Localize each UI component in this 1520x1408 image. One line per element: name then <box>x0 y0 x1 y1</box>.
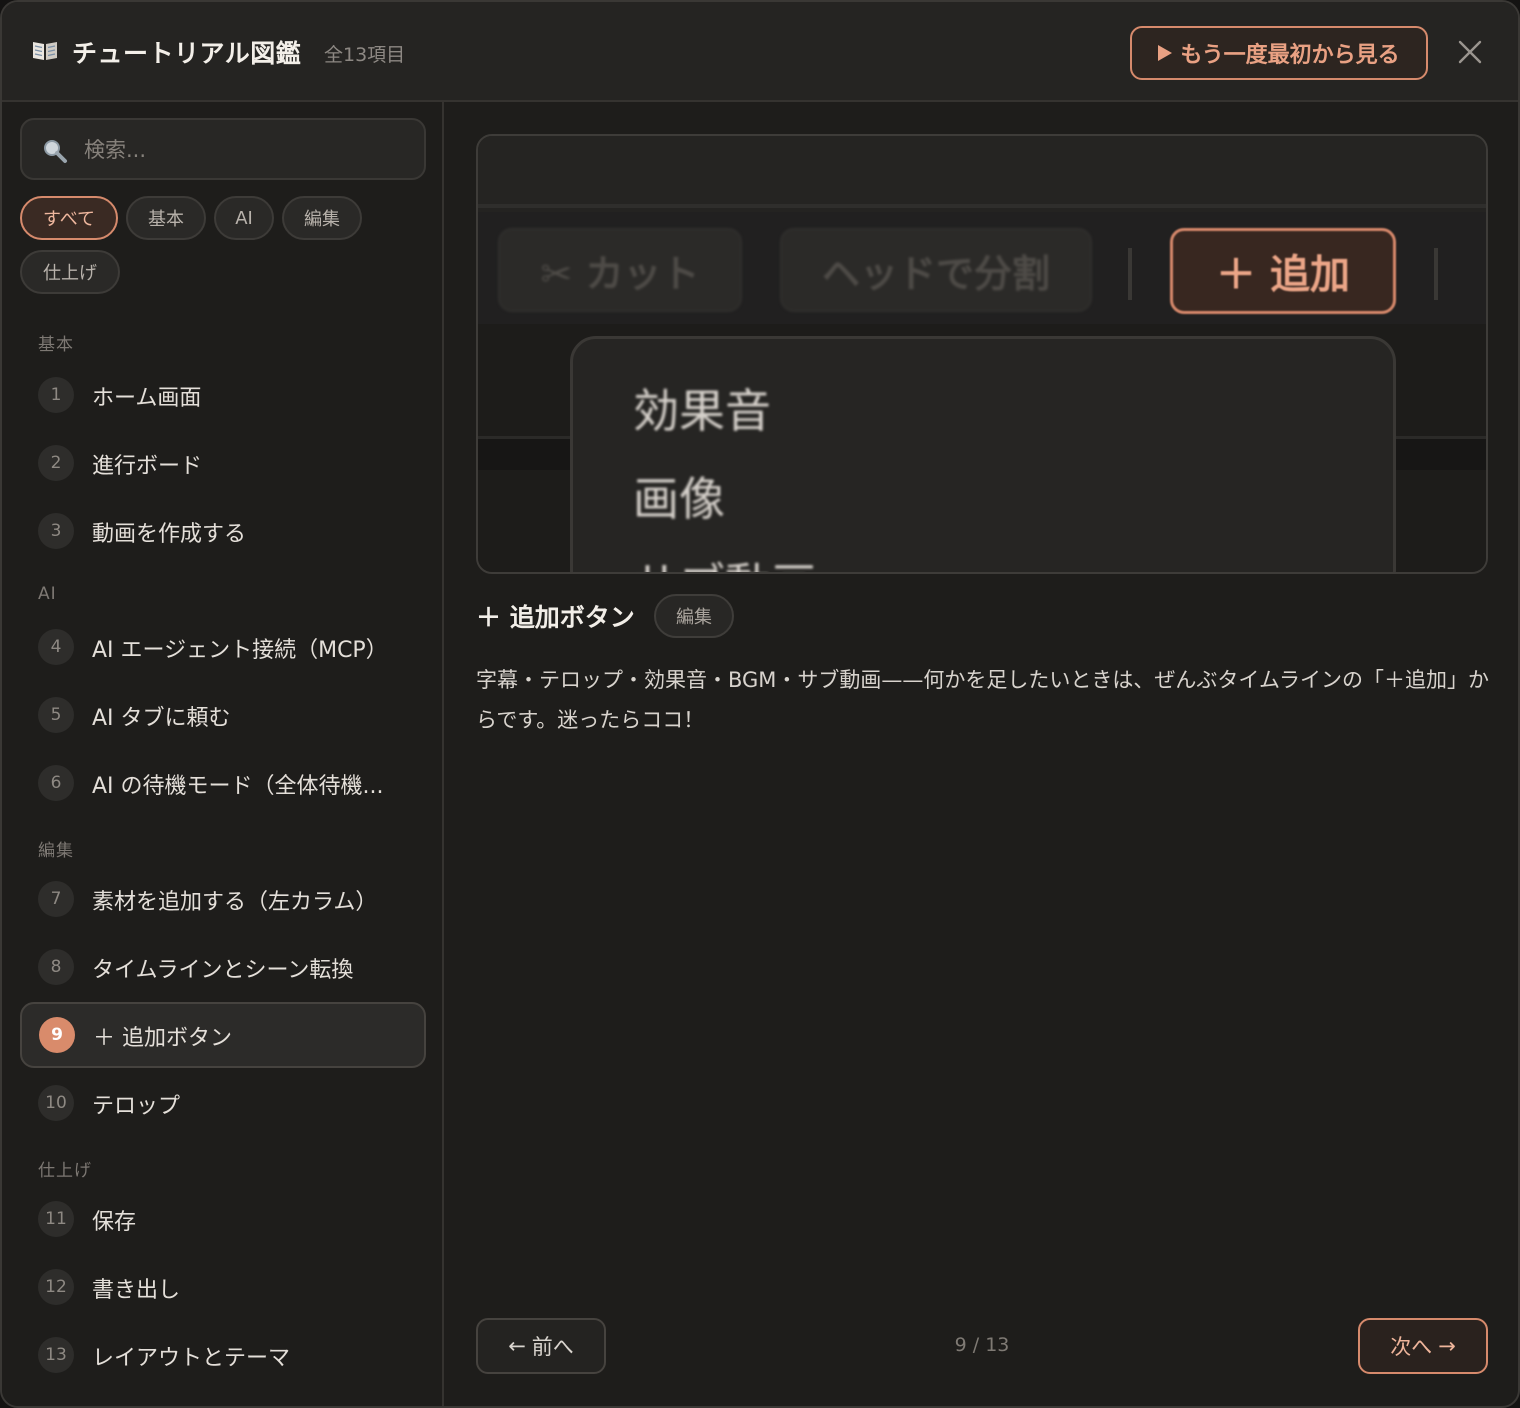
tutorial-item[interactable]: 11 保存 <box>20 1186 426 1252</box>
item-label: AI の待機モード（全体待機... <box>92 774 384 799</box>
filter-ai[interactable]: AI <box>214 196 274 240</box>
tutorial-item[interactable]: 12 書き出し <box>20 1254 426 1320</box>
tutorial-item[interactable]: 2 進行ボード <box>20 430 426 496</box>
tutorial-item[interactable]: 3 動画を作成する <box>20 498 426 564</box>
page-indicator: 9 / 13 <box>954 1334 1010 1356</box>
item-number: 4 <box>38 629 74 665</box>
group-label-edit: 編集 <box>38 841 74 861</box>
preview-topbar <box>478 136 1486 208</box>
tutorial-item[interactable]: 10 テロップ <box>20 1070 426 1136</box>
item-number: 3 <box>38 513 74 549</box>
preview-menu-item: 効果音 <box>633 384 771 438</box>
item-label: 素材を追加する（左カラム） <box>92 890 378 915</box>
sidebar: すべて 基本 AI 編集 仕上げ 基本 1 ホーム画面 2 進行ボード 3 動画… <box>2 102 444 1406</box>
prev-button[interactable]: ← 前へ <box>476 1318 606 1374</box>
preview-divider <box>1434 248 1438 300</box>
item-label: タイムラインとシーン転換 <box>92 958 354 983</box>
detail-panel: ✂ カット ヘッドで分割 ＋ 追加 効果音 画像 サブ動画 ＋ 追加ボタン 編集… <box>444 102 1518 1406</box>
search-box[interactable] <box>20 118 426 180</box>
item-number: 11 <box>38 1201 74 1237</box>
item-number: 8 <box>38 949 74 985</box>
group-label-finish: 仕上げ <box>38 1161 92 1181</box>
book-icon <box>33 42 57 60</box>
tutorial-item[interactable]: 13 レイアウトとテーマ <box>20 1322 426 1388</box>
arrow-right-icon: → <box>1438 1334 1456 1358</box>
detail-description: 字幕・テロップ・効果音・BGM・サブ動画——何かを足したいときは、ぜんぶタイムラ… <box>476 668 1489 732</box>
item-label: テロップ <box>92 1094 181 1119</box>
play-icon <box>1158 45 1173 61</box>
preview-add-button: ＋ 追加 <box>1170 228 1396 314</box>
item-number: 5 <box>38 697 74 733</box>
tutorial-item[interactable]: 1 ホーム画面 <box>20 362 426 428</box>
preview-split-button: ヘッドで分割 <box>780 228 1092 312</box>
next-label: 次へ <box>1390 1335 1433 1359</box>
tutorial-item-selected[interactable]: 9 ＋ 追加ボタン <box>20 1002 426 1068</box>
item-number: 12 <box>38 1269 74 1305</box>
tutorial-item[interactable]: 4 AI エージェント接続（MCP） <box>20 614 426 680</box>
item-number: 2 <box>38 445 74 481</box>
preview-menu-item: サブ動画 <box>633 549 817 572</box>
filter-edit[interactable]: 編集 <box>282 196 362 240</box>
page-title: チュートリアル図鑑 <box>72 39 302 68</box>
tutorial-item[interactable]: 6 AI の待機モード（全体待機... <box>20 750 426 816</box>
modal-header: チュートリアル図鑑 全13項目 もう一度最初から見る <box>2 2 1518 102</box>
detail-title: ＋ 追加ボタン <box>476 603 635 632</box>
item-label: 保存 <box>92 1210 137 1235</box>
item-count: 全13項目 <box>324 44 406 66</box>
prev-label: 前へ <box>531 1335 574 1359</box>
item-label: AI エージェント接続（MCP） <box>92 638 388 663</box>
filter-finish[interactable]: 仕上げ <box>20 250 120 294</box>
item-number: 10 <box>38 1085 74 1121</box>
preview-add-menu: 効果音 画像 サブ動画 <box>570 336 1396 572</box>
preview-cut-button: ✂ カット <box>498 228 742 312</box>
close-icon[interactable] <box>1454 36 1486 68</box>
item-label: ホーム画面 <box>92 386 202 411</box>
group-label-basic: 基本 <box>38 335 74 355</box>
replay-label: もう一度最初から見る <box>1180 43 1400 68</box>
preview-menu-item: 画像 <box>633 472 725 526</box>
item-label: レイアウトとテーマ <box>92 1346 291 1371</box>
tutorial-item[interactable]: 5 AI タブに頼む <box>20 682 426 748</box>
preview-divider <box>1128 248 1132 300</box>
filter-all[interactable]: すべて <box>20 196 118 240</box>
item-number: 6 <box>38 765 74 801</box>
category-badge: 編集 <box>654 594 734 638</box>
item-number: 1 <box>38 377 74 413</box>
search-input[interactable] <box>84 132 404 168</box>
filter-basic[interactable]: 基本 <box>126 196 206 240</box>
tutorial-item[interactable]: 7 素材を追加する（左カラム） <box>20 866 426 932</box>
arrow-left-icon: ← <box>508 1334 526 1358</box>
replay-tutorial-button[interactable]: もう一度最初から見る <box>1130 26 1428 80</box>
preview-image: ✂ カット ヘッドで分割 ＋ 追加 効果音 画像 サブ動画 <box>476 134 1488 574</box>
group-label-ai: AI <box>38 584 57 604</box>
item-label: 進行ボード <box>92 454 203 479</box>
item-label: AI タブに頼む <box>92 706 231 731</box>
item-label: 書き出し <box>92 1278 181 1303</box>
item-label: 動画を作成する <box>92 522 247 547</box>
search-icon <box>44 140 67 163</box>
tutorial-item[interactable]: 8 タイムラインとシーン転換 <box>20 934 426 1000</box>
item-number: 7 <box>38 881 74 917</box>
tutorial-modal: チュートリアル図鑑 全13項目 もう一度最初から見る すべて 基本 AI 編集 … <box>0 0 1520 1408</box>
item-number: 9 <box>39 1017 75 1053</box>
next-button[interactable]: 次へ → <box>1358 1318 1488 1374</box>
item-number: 13 <box>38 1337 74 1373</box>
item-label: ＋ 追加ボタン <box>93 1026 232 1051</box>
